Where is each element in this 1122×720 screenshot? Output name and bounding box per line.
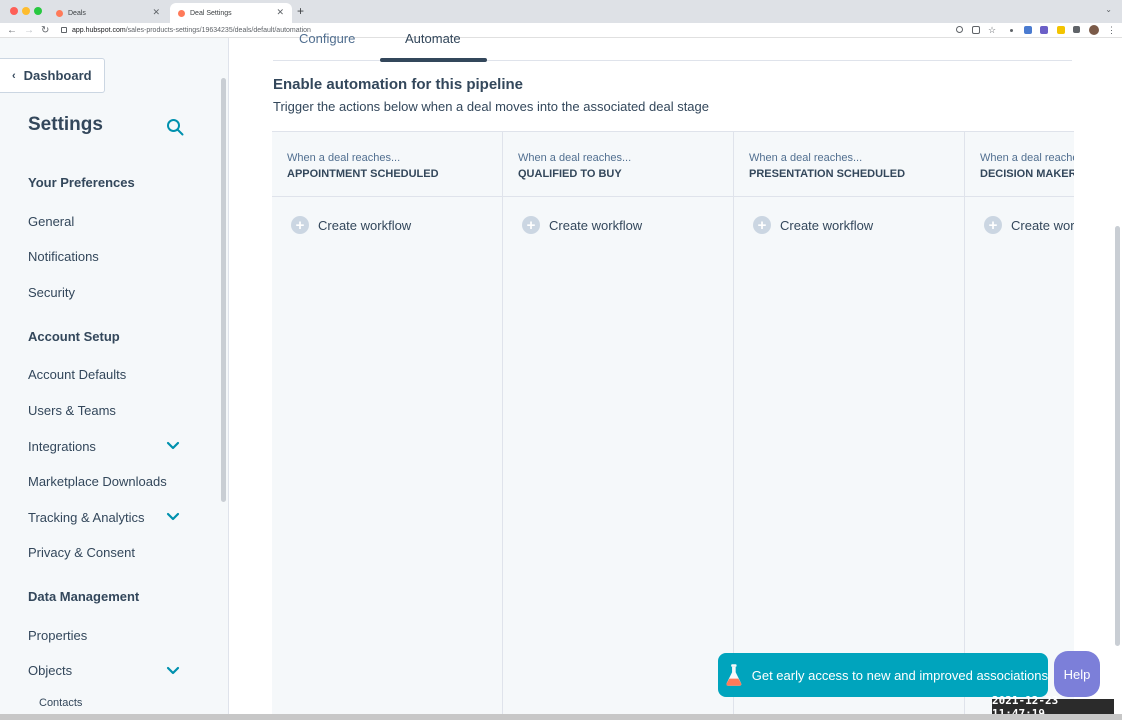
stage-name: PRESENTATION SCHEDULED (749, 168, 906, 180)
create-workflow-label: Create workflow (318, 217, 412, 233)
dashboard-button[interactable]: ‹ Dashboard (0, 58, 105, 93)
sidebar-item-general[interactable]: General (28, 214, 74, 229)
stage-column: When a deal reaches... DECISION MAKER BO… (965, 132, 1074, 720)
tab-title: Deal Settings (190, 9, 232, 17)
hubspot-favicon-icon (56, 9, 63, 17)
tab-title: Deals (68, 9, 86, 17)
stage-column: When a deal reaches... PRESENTATION SCHE… (734, 132, 965, 720)
sidebar-item-properties[interactable]: Properties (28, 628, 87, 643)
browser-tab-deals[interactable]: Deals ✕ (48, 3, 168, 23)
pipeline-board: When a deal reaches... APPOINTMENT SCHED… (272, 131, 1074, 720)
tab-automate[interactable]: Automate (405, 31, 461, 46)
sidebar-item-users-teams[interactable]: Users & Teams (28, 403, 116, 418)
profile-avatar[interactable] (1089, 25, 1099, 35)
section-heading-account-setup: Account Setup (28, 329, 120, 344)
page-title: Enable automation for this pipeline (273, 76, 524, 93)
tab-configure[interactable]: Configure (299, 31, 355, 46)
create-workflow-label: Create workflow (780, 217, 874, 233)
sidebar-item-integrations[interactable]: Integrations (28, 439, 96, 454)
zoom-icon[interactable] (956, 26, 963, 33)
chevron-down-icon[interactable] (166, 512, 180, 522)
sidebar-item-objects[interactable]: Objects (28, 663, 72, 678)
extension-dot-icon[interactable] (1010, 29, 1013, 32)
page-description: Trigger the actions below when a deal mo… (273, 99, 710, 114)
browser-menu-icon[interactable]: ⋮ (1107, 23, 1116, 38)
flask-icon (726, 664, 742, 686)
stage-trigger-text: When a deal reaches... (980, 152, 1074, 164)
create-workflow-button[interactable]: + Create workflow (753, 216, 873, 234)
plus-circle-icon: + (753, 216, 771, 234)
plus-circle-icon: + (291, 216, 309, 234)
window-bottom-edge (0, 714, 1122, 720)
create-workflow-label: Create workflow (1011, 217, 1074, 233)
sidebar-item-privacy-consent[interactable]: Privacy & Consent (28, 545, 135, 560)
settings-sidebar: ‹ Dashboard Settings Your Preferences Ge… (0, 38, 229, 720)
stage-column: When a deal reaches... QUALIFIED TO BUY … (503, 132, 734, 720)
lock-icon[interactable] (61, 27, 67, 33)
sidebar-item-notifications[interactable]: Notifications (28, 249, 99, 264)
stage-name: APPOINTMENT SCHEDULED (287, 168, 439, 180)
address-bar: ← → ↻ app.hubspot.com/sales-products-set… (0, 23, 1122, 38)
forward-arrow-icon[interactable]: → (24, 23, 34, 38)
chevron-left-icon: ‹ (12, 69, 16, 82)
extension-icon[interactable] (1040, 26, 1048, 34)
create-workflow-button[interactable]: + Create workflow (291, 216, 411, 234)
url-field[interactable]: app.hubspot.com/sales-products-settings/… (72, 23, 311, 38)
stage-column: When a deal reaches... APPOINTMENT SCHED… (272, 132, 503, 720)
dashboard-label: Dashboard (23, 68, 92, 83)
section-heading-data-management: Data Management (28, 589, 140, 604)
sidebar-subitem-contacts[interactable]: Contacts (39, 697, 82, 709)
associations-promo-banner[interactable]: Get early access to new and improved ass… (718, 653, 1048, 697)
sidebar-item-account-defaults[interactable]: Account Defaults (28, 367, 126, 382)
stage-name: QUALIFIED TO BUY (518, 168, 622, 180)
minimize-window-icon[interactable] (22, 7, 30, 15)
plus-circle-icon: + (984, 216, 1002, 234)
bookmark-star-icon[interactable]: ☆ (988, 23, 996, 38)
sidebar-item-security[interactable]: Security (28, 285, 75, 300)
chevron-down-icon[interactable] (166, 441, 180, 451)
puzzle-extensions-icon[interactable] (1073, 26, 1080, 33)
section-heading-your-preferences: Your Preferences (28, 175, 135, 190)
stage-trigger-text: When a deal reaches... (749, 152, 863, 164)
sidebar-scrollbar[interactable] (221, 78, 226, 502)
stage-column-header: When a deal reaches... APPOINTMENT SCHED… (272, 132, 502, 197)
promo-text: Get early access to new and improved ass… (751, 667, 1048, 683)
create-workflow-button[interactable]: + Create workflow (984, 216, 1074, 234)
create-workflow-label: Create workflow (549, 217, 643, 233)
help-button[interactable]: Help (1054, 651, 1100, 697)
stage-trigger-text: When a deal reaches... (287, 152, 401, 164)
close-tab-icon[interactable]: ✕ (276, 7, 284, 18)
stage-column-header: When a deal reaches... QUALIFIED TO BUY (503, 132, 733, 197)
browser-tab-bar: Deals ✕ Deal Settings ✕ + ⌄ (0, 0, 1122, 23)
close-window-icon[interactable] (10, 7, 18, 15)
recording-timestamp: 2021-12-23 11:47:19 (992, 694, 1114, 720)
tab-search-chevron-icon[interactable]: ⌄ (1105, 5, 1112, 14)
chevron-down-icon[interactable] (166, 666, 180, 676)
settings-tabs: Configure Automate (273, 31, 1072, 62)
browser-tab-deal-settings[interactable]: Deal Settings ✕ (170, 3, 292, 23)
plus-circle-icon: + (522, 216, 540, 234)
share-icon[interactable] (972, 26, 980, 34)
extension-icon[interactable] (1057, 26, 1065, 34)
extension-icon[interactable] (1024, 26, 1032, 34)
stage-name: DECISION MAKER BOUGHT-IN (980, 168, 1074, 180)
main-scrollbar[interactable] (1115, 226, 1120, 646)
active-tab-indicator (380, 58, 487, 62)
stage-column-header: When a deal reaches... DECISION MAKER BO… (965, 132, 1074, 197)
search-icon[interactable] (166, 118, 184, 136)
create-workflow-button[interactable]: + Create workflow (522, 216, 642, 234)
stage-trigger-text: When a deal reaches... (518, 152, 632, 164)
close-tab-icon[interactable]: ✕ (152, 7, 160, 18)
back-arrow-icon[interactable]: ← (7, 23, 17, 38)
sidebar-item-tracking-analytics[interactable]: Tracking & Analytics (28, 510, 145, 525)
maximize-window-icon[interactable] (34, 7, 42, 15)
hubspot-favicon-icon (178, 9, 185, 17)
reload-icon[interactable]: ↻ (41, 23, 49, 38)
main-content: Configure Automate Enable automation for… (229, 31, 1122, 720)
settings-title: Settings (28, 114, 103, 135)
sidebar-item-marketplace-downloads[interactable]: Marketplace Downloads (28, 474, 167, 489)
new-tab-icon[interactable]: + (297, 4, 304, 18)
stage-column-header: When a deal reaches... PRESENTATION SCHE… (734, 132, 964, 197)
